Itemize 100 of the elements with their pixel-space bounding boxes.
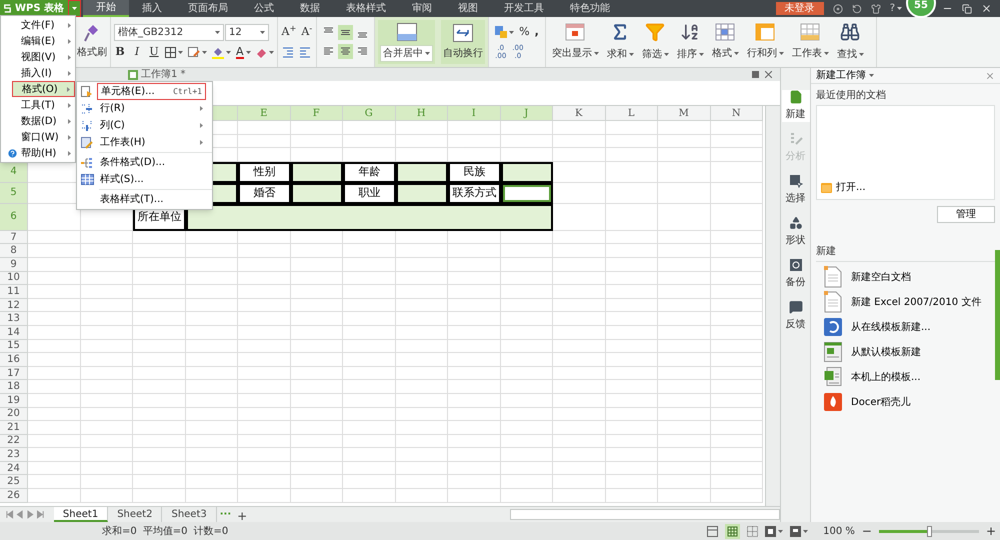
column-header[interactable]: M — [658, 106, 710, 121]
font-select[interactable]: 楷体_GB2312 — [114, 24, 224, 40]
close-icon[interactable] — [985, 70, 995, 80]
login-button[interactable]: 未登录 — [776, 2, 824, 15]
reading-mode-button[interactable] — [790, 526, 808, 536]
manage-button[interactable]: 管理 — [937, 206, 995, 223]
ribbon-tab[interactable]: 开发工具 — [491, 0, 557, 17]
active-cell[interactable] — [500, 182, 553, 204]
ribbon-tab[interactable]: 插入 — [129, 0, 175, 17]
vertical-align-button[interactable] — [338, 25, 354, 40]
new-document-option[interactable]: 本机上的模板... — [816, 367, 995, 387]
menu-item[interactable]: 插入(I) — [1, 65, 75, 81]
row-header[interactable]: 12 — [0, 298, 28, 312]
ribbon-tab[interactable]: 页面布局 — [175, 0, 241, 17]
normal-view-icon[interactable] — [707, 526, 718, 536]
ribbon-button[interactable]: 排序 — [674, 20, 706, 64]
sidebar-item[interactable]: 选择 — [782, 174, 810, 206]
ribbon-button[interactable]: 求和 — [604, 20, 636, 64]
zoom-out-button[interactable]: − — [862, 522, 872, 540]
number-format-button[interactable] — [495, 26, 514, 38]
menu-item[interactable]: 视图(V) — [1, 49, 75, 65]
ribbon-button[interactable]: 突出显示 — [550, 20, 601, 64]
fill-color-button[interactable] — [212, 46, 231, 58]
row-header[interactable]: 17 — [0, 366, 28, 380]
indent-icon[interactable] — [282, 47, 294, 58]
sheet-tab[interactable]: Sheet1 — [54, 507, 108, 522]
open-link[interactable]: 打开... — [821, 180, 866, 195]
document-tab[interactable]: 工作簿1 * — [128, 68, 186, 80]
ribbon-button[interactable]: 工作表 — [790, 20, 831, 64]
ribbon-tab[interactable]: 开始 — [83, 0, 129, 17]
row-header[interactable]: 11 — [0, 285, 28, 299]
row-header[interactable]: 8 — [0, 244, 28, 258]
sidebar-item[interactable]: 新建 — [782, 90, 810, 122]
row-header[interactable]: 18 — [0, 380, 28, 394]
refresh-icon[interactable] — [852, 4, 862, 14]
new-document-option[interactable]: Docer稻壳儿 — [816, 392, 995, 412]
row-header[interactable]: 20 — [0, 408, 28, 422]
font-size-select[interactable]: 12 — [225, 24, 269, 40]
border-button[interactable] — [165, 47, 183, 58]
ribbon-tab[interactable]: 表格样式 — [333, 0, 399, 17]
sidebar-item[interactable]: 形状 — [782, 216, 810, 248]
menu-item[interactable]: 数据(D) — [1, 113, 75, 129]
new-document-option[interactable]: 从在线模板新建... — [816, 317, 995, 337]
row-header[interactable]: 23 — [0, 448, 28, 462]
menu-item[interactable]: 文件(F) — [1, 17, 75, 33]
ribbon-button[interactable]: 查找 — [834, 20, 866, 64]
italic-button[interactable]: I — [131, 44, 143, 61]
sidebar-item[interactable]: 反馈 — [782, 300, 810, 332]
menu-item[interactable]: 窗口(W) — [1, 129, 75, 145]
vertical-scrollbar[interactable] — [765, 106, 780, 506]
row-header[interactable]: 13 — [0, 312, 28, 326]
menu-item[interactable]: 样式(S)... — [97, 171, 206, 188]
row-header[interactable]: 24 — [0, 462, 28, 476]
ribbon-tab[interactable]: 公式 — [241, 0, 287, 17]
ribbon-button[interactable]: 行和列 — [744, 20, 786, 64]
add-sheet-button[interactable]: + — [234, 507, 250, 522]
column-header[interactable]: N — [710, 106, 763, 121]
zoom-slider-thumb[interactable] — [926, 526, 932, 536]
new-document-option[interactable]: 新建 Excel 2007/2010 文件 — [816, 292, 995, 312]
wrap-text-button[interactable]: 自动换行 — [441, 20, 486, 64]
row-header[interactable]: 15 — [0, 340, 28, 354]
new-document-option[interactable]: 新建空白文档 — [816, 267, 995, 287]
row-header[interactable]: 19 — [0, 394, 28, 408]
clear-format-button[interactable] — [256, 47, 274, 58]
row-header[interactable]: 26 — [0, 489, 28, 503]
row-header[interactable]: 21 — [0, 421, 28, 435]
zoom-in-button[interactable]: + — [986, 522, 996, 540]
row-header[interactable]: 25 — [0, 475, 28, 490]
restore-icon[interactable] — [962, 4, 972, 14]
ribbon-tab[interactable]: 审阅 — [399, 0, 445, 17]
page-layout-icon[interactable] — [725, 524, 740, 538]
menu-item[interactable]: 工具(T) — [1, 97, 75, 113]
row-header[interactable]: 14 — [0, 326, 28, 340]
skin-icon[interactable] — [832, 4, 843, 14]
grow-font-button[interactable]: A$^{+}$ — [282, 24, 296, 40]
row-header[interactable]: 16 — [0, 353, 28, 367]
bold-button[interactable]: B — [114, 44, 126, 61]
menu-item[interactable]: 帮助(H) — [1, 145, 75, 161]
outdent-icon[interactable] — [298, 47, 311, 58]
ribbon-tab[interactable]: 视图 — [445, 0, 491, 17]
format-painter-button[interactable]: 格式刷 — [74, 17, 110, 67]
menu-item[interactable]: 列(C) — [97, 117, 206, 134]
tab-close-icon[interactable] — [765, 71, 772, 78]
horizontal-scrollbar[interactable] — [510, 509, 780, 520]
ribbon-button[interactable]: 格式 — [710, 20, 741, 64]
menu-item[interactable]: 行(R) — [97, 100, 206, 117]
menu-item[interactable]: 条件格式(D)... — [97, 154, 206, 171]
menu-item[interactable]: 编辑(E) — [1, 33, 75, 49]
help-button[interactable]: ? — [890, 1, 902, 16]
horizontal-align-button[interactable] — [338, 44, 354, 59]
panel-collapse-handle[interactable] — [995, 250, 1000, 380]
ribbon-tab[interactable]: 数据 — [287, 0, 333, 17]
percent-button[interactable]: % — [519, 24, 530, 40]
ribbon-tab[interactable]: 特色功能 — [557, 0, 623, 17]
row-header[interactable]: 10 — [0, 272, 28, 286]
ribbon-button[interactable]: 筛选 — [640, 20, 671, 64]
menu-item[interactable]: 单元格(E)... Ctrl+1 — [97, 83, 206, 100]
menu-item[interactable]: 格式(O) — [12, 81, 75, 97]
close-icon[interactable] — [981, 3, 992, 14]
merge-center-button[interactable]: 合并居中 — [378, 20, 436, 64]
